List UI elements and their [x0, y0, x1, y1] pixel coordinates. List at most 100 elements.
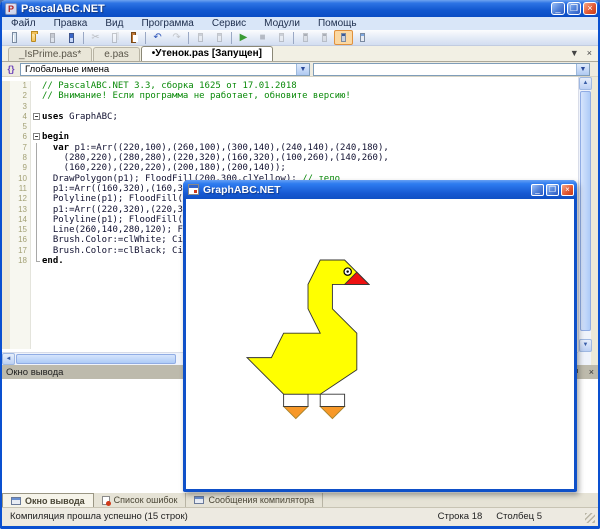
menu-item-3[interactable]: Вид — [96, 17, 132, 30]
code-text: (280,220),(280,280),(220,320),(160,320),… — [42, 153, 591, 163]
open-file-button[interactable] — [24, 30, 43, 45]
fold-guide — [36, 246, 37, 256]
new-file-button[interactable] — [5, 30, 24, 45]
fold-margin — [30, 308, 42, 318]
bookmark-margin — [2, 194, 10, 204]
code-line: 4uses GraphABC; — [2, 112, 591, 122]
window-button[interactable] — [191, 30, 210, 45]
bookmark-margin — [2, 266, 10, 276]
debug-window2-button[interactable] — [315, 30, 334, 45]
bookmark-margin — [2, 174, 10, 184]
maximize-button[interactable]: ❐ — [567, 2, 581, 15]
cut-button[interactable]: ✂ — [86, 30, 105, 45]
menu-item-5[interactable]: Сервис — [203, 17, 255, 30]
bookmark-margin — [2, 163, 10, 173]
line-number — [10, 328, 30, 338]
code-text: (160,220),(220,220),(200,180),(200,140))… — [42, 163, 591, 173]
bottom-tab-2[interactable]: Список ошибок — [94, 493, 187, 507]
close-button[interactable]: × — [583, 2, 597, 15]
fold-guide-end — [36, 256, 37, 262]
tab-close-icon[interactable]: × — [587, 48, 592, 58]
code-line: 1// PascalABC.NET 3.3, сборка 1625 от 17… — [2, 81, 591, 91]
fold-guide — [36, 225, 37, 235]
run-button[interactable]: ▶ — [234, 30, 253, 45]
toolbar-separator — [188, 32, 189, 44]
duck-leg-left — [284, 394, 308, 406]
vertical-scroll-thumb[interactable] — [580, 91, 591, 331]
fold-collapse-icon[interactable] — [33, 133, 40, 140]
save-all-button[interactable] — [62, 30, 81, 45]
line-number: 14 — [10, 215, 30, 225]
duck-leg-right — [320, 394, 344, 406]
line-number: 5 — [10, 122, 30, 132]
save-button[interactable] — [43, 30, 62, 45]
bookmark-margin — [2, 102, 10, 112]
redo-button[interactable]: ↷ — [167, 30, 186, 45]
fold-margin — [30, 194, 42, 204]
bookmark-margin — [2, 308, 10, 318]
graphabc-titlebar[interactable]: GraphABC.NET _ ❐ × — [183, 180, 577, 199]
file-tab-3[interactable]: •Утенок.pas [Запущен] — [141, 46, 273, 61]
tab-list-dropdown-icon[interactable]: ▼ — [570, 48, 579, 58]
bookmark-margin — [2, 256, 10, 266]
copy-button[interactable] — [105, 30, 124, 45]
fold-collapse-icon[interactable] — [33, 113, 40, 120]
line-number: 10 — [10, 174, 30, 184]
console-toggle-button[interactable] — [334, 30, 353, 45]
play-icon: ▶ — [240, 33, 248, 43]
minimize-button[interactable]: _ — [531, 184, 544, 196]
output-panel-title: Окно вывода — [6, 367, 63, 378]
step-button[interactable] — [272, 30, 291, 45]
menu-item-7[interactable]: Помощь — [309, 17, 366, 30]
fold-margin[interactable] — [30, 132, 42, 142]
close-button[interactable]: × — [561, 184, 574, 196]
globals-icon: {} — [5, 64, 17, 74]
scissors-icon: ✂ — [91, 33, 99, 43]
status-column: Столбец 5 — [496, 511, 542, 522]
chevron-down-icon[interactable]: ▼ — [296, 64, 309, 75]
scope-combobox[interactable]: Глобальные имена ▼ — [20, 63, 310, 76]
fold-margin — [30, 297, 42, 307]
bottom-tab-3[interactable]: Сообщения компилятора — [186, 493, 323, 507]
graphabc-canvas — [186, 199, 574, 489]
bottom-tab-1[interactable]: Окно вывода — [2, 493, 94, 507]
member-combobox[interactable]: ▼ — [313, 63, 590, 76]
chevron-down-icon[interactable]: ▼ — [576, 64, 589, 75]
menu-item-1[interactable]: Файл — [2, 17, 45, 30]
scrollbar-corner — [578, 352, 591, 365]
scroll-up-icon[interactable]: ▲ — [579, 77, 592, 90]
stop-button[interactable]: ■ — [253, 30, 272, 45]
file-tab-2[interactable]: e.pas — [93, 47, 139, 61]
menu-item-6[interactable]: Модули — [255, 17, 309, 30]
toolbar-separator — [145, 32, 146, 44]
window-icon — [217, 33, 222, 42]
scroll-left-icon[interactable]: ◄ — [2, 353, 15, 365]
minimize-button[interactable]: _ — [551, 2, 565, 15]
menu-item-2[interactable]: Правка — [45, 17, 97, 30]
undo-button[interactable]: ↶ — [148, 30, 167, 45]
debug-window-button[interactable] — [296, 30, 315, 45]
horizontal-scroll-thumb[interactable] — [16, 354, 176, 364]
paste-button[interactable] — [124, 30, 143, 45]
line-number: 9 — [10, 163, 30, 173]
window2-button[interactable] — [210, 30, 229, 45]
line-number: 6 — [10, 132, 30, 142]
editor-vertical-scrollbar[interactable]: ▲ ▼ — [578, 77, 591, 352]
file-tab-1[interactable]: _IsPrime.pas* — [8, 47, 92, 61]
menu-item-4[interactable]: Программа — [132, 17, 202, 30]
fold-margin[interactable] — [30, 112, 42, 122]
bookmark-margin — [2, 122, 10, 132]
maximize-button[interactable]: ❐ — [546, 184, 559, 196]
bookmark-margin — [2, 143, 10, 153]
app-titlebar[interactable]: P PascalABC.NET _ ❐ × — [0, 0, 600, 17]
close-icon[interactable]: × — [589, 368, 594, 377]
output-toggle-button[interactable] — [353, 30, 372, 45]
fold-margin — [30, 256, 42, 266]
fold-margin — [30, 235, 42, 245]
resize-grip[interactable] — [585, 513, 595, 523]
line-number — [10, 297, 30, 307]
fold-margin — [30, 81, 42, 91]
line-number: 8 — [10, 153, 30, 163]
scroll-down-icon[interactable]: ▼ — [579, 339, 592, 352]
folder-icon — [31, 33, 36, 42]
